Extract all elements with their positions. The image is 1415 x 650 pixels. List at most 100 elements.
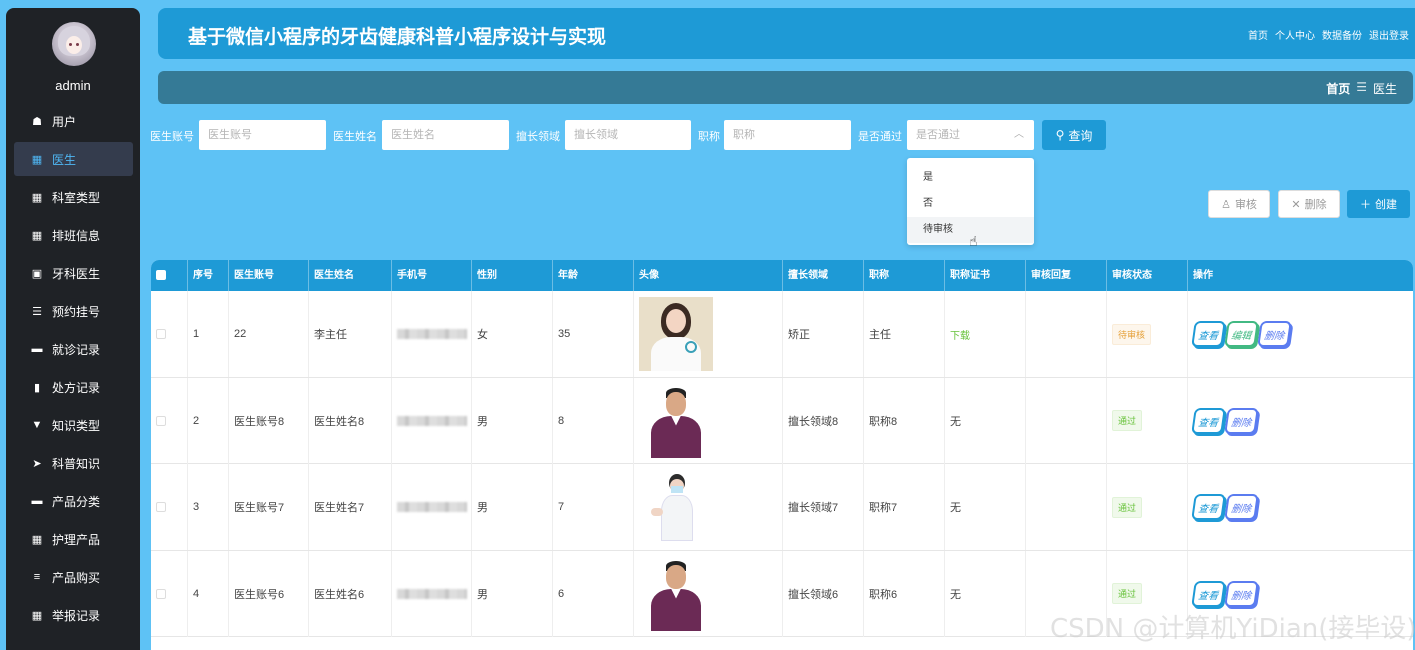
- delete-button-label: 删除: [1304, 199, 1327, 211]
- cell-photo: [633, 377, 782, 464]
- row-checkbox[interactable]: [151, 551, 187, 637]
- cell-age: 7: [552, 464, 633, 550]
- table-header: 序号 医生账号 医生姓名 手机号 性别 年龄 头像 擅长领域 职称 职称证书 审核回复 审核状态 操作: [151, 260, 1413, 291]
- cell-reply: [1025, 464, 1106, 550]
- cell-cert[interactable]: 下载: [944, 291, 1025, 377]
- view-button[interactable]: 查看: [1191, 494, 1226, 520]
- sidebar-item-9[interactable]: ➤ 科普知识: [14, 446, 133, 480]
- sidebar-item-label: 护理产品: [52, 532, 101, 547]
- cell-phone: [391, 550, 471, 637]
- grid-icon: ▦: [31, 609, 43, 622]
- checkbox-icon[interactable]: [156, 270, 166, 281]
- header-link-logout[interactable]: 退出登录: [1369, 27, 1409, 42]
- checkbox-icon[interactable]: [156, 502, 166, 512]
- select-option-no[interactable]: 否: [907, 191, 1034, 217]
- grid-icon: ▦: [31, 191, 43, 204]
- checkbox-icon[interactable]: [156, 415, 166, 426]
- user-icon: ♙: [1221, 198, 1231, 211]
- search-button[interactable]: ⚲ 查询: [1042, 120, 1106, 150]
- status-badge: 通过: [1112, 583, 1143, 604]
- row-checkbox[interactable]: [151, 291, 187, 377]
- sidebar-item-11[interactable]: ▦ 护理产品: [14, 522, 133, 556]
- row-delete-button[interactable]: 删除: [1224, 407, 1259, 434]
- cell-gender: 女: [471, 291, 552, 377]
- delete-button[interactable]: ✕ 删除: [1278, 190, 1340, 218]
- cell-title: 职称6: [863, 550, 944, 637]
- row-checkbox[interactable]: [151, 378, 187, 464]
- doctor-table: 序号 医生账号 医生姓名 手机号 性别 年龄 头像 擅长领域 职称 职称证书 审核回复 审核状态 操作 …: [151, 260, 1413, 650]
- page-title: 基于微信小程序的牙齿健康科普小程序设计与实现: [188, 27, 607, 48]
- cell-account-text: 医生账号8: [234, 415, 285, 428]
- table-row[interactable]: 1 22 李主任 女 35 矫正 主任 下载 待审核 查看 编辑 删除: [151, 291, 1413, 378]
- sidebar-item-6[interactable]: ▬ 就诊记录: [14, 332, 133, 366]
- avatar[interactable]: [52, 22, 96, 66]
- edit-button[interactable]: 编辑: [1224, 321, 1259, 347]
- sidebar-item-4[interactable]: ▣ 牙科医生: [14, 256, 133, 290]
- cell-cert-text: 无: [950, 502, 961, 514]
- sidebar-item-12[interactable]: ≡ 产品购买: [14, 560, 133, 594]
- row-delete-button[interactable]: 删除: [1224, 494, 1259, 520]
- monitor-icon: ▬: [31, 495, 43, 507]
- create-button[interactable]: ＋ 创建: [1347, 190, 1410, 218]
- audit-button[interactable]: ♙ 审核: [1208, 190, 1270, 218]
- sidebar-item-0[interactable]: ☗ 用户: [14, 104, 133, 138]
- phone-redacted: [397, 415, 467, 426]
- cell-index: 2: [187, 377, 228, 464]
- cell-status: 待审核: [1106, 291, 1187, 377]
- cell-reply: [1025, 291, 1106, 377]
- select-all-checkbox[interactable]: [151, 260, 187, 291]
- sidebar: admin ☗ 用户 ▦ 医生 ▦ 科室类型 ▦ 排班信息 ▣ 牙科医生 ☰ 预约挂号 ▬ 就诊记录 ▮ 处方…: [6, 8, 140, 650]
- sidebar-item-2[interactable]: ▦ 科室类型: [14, 180, 133, 214]
- cell-photo: [633, 291, 782, 377]
- search-input-name[interactable]: [382, 120, 509, 150]
- view-button[interactable]: 查看: [1191, 407, 1226, 434]
- cell-cert-text[interactable]: 下载: [950, 327, 970, 342]
- search-input-account[interactable]: [199, 120, 326, 150]
- sidebar-item-label: 预约挂号: [52, 304, 101, 319]
- sidebar-item-5[interactable]: ☰ 预约挂号: [14, 294, 133, 328]
- view-button[interactable]: 查看: [1191, 321, 1226, 347]
- header: 基于微信小程序的牙齿健康科普小程序设计与实现 首页 个人中心 数据备份 退出登录: [158, 8, 1415, 59]
- row-delete-button[interactable]: 删除: [1224, 580, 1259, 607]
- select-option-yes[interactable]: 是: [907, 165, 1034, 191]
- cell-phone: [391, 464, 471, 550]
- header-link-home[interactable]: 首页: [1248, 27, 1268, 42]
- cell-gender-text: 男: [477, 588, 488, 601]
- sidebar-item-7[interactable]: ▮ 处方记录: [14, 370, 133, 404]
- grid-icon: ▦: [31, 153, 43, 166]
- search-select-approved[interactable]: 是否通过 ︿: [907, 120, 1034, 150]
- cell-status: 通过: [1106, 377, 1187, 464]
- sidebar-item-1[interactable]: ▦ 医生: [14, 142, 133, 176]
- cell-phone: [391, 377, 471, 464]
- phone-redacted: [397, 588, 467, 599]
- sidebar-item-10[interactable]: ▬ 产品分类: [14, 484, 133, 518]
- search-input-field[interactable]: [565, 120, 691, 150]
- table-row[interactable]: 3 医生账号7 医生姓名7 男 7 擅长领域7 职称7 无 通过 查看 删除: [151, 464, 1413, 551]
- checkbox-icon[interactable]: [156, 588, 166, 599]
- search-button-label: 查询: [1068, 128, 1093, 143]
- header-link-profile[interactable]: 个人中心: [1275, 27, 1315, 42]
- sidebar-item-8[interactable]: ▼ 知识类型: [14, 408, 133, 442]
- cell-account: 医生账号8: [228, 377, 308, 464]
- cell-field: 擅长领域8: [782, 377, 863, 464]
- header-link-backup[interactable]: 数据备份: [1322, 27, 1362, 42]
- breadcrumb-home[interactable]: 首页: [1326, 80, 1350, 97]
- sidebar-item-3[interactable]: ▦ 排班信息: [14, 218, 133, 252]
- search-icon: ⚲: [1055, 128, 1065, 142]
- avatar: [639, 556, 713, 631]
- sidebar-item-13[interactable]: ▦ 举报记录: [14, 598, 133, 632]
- search-label-approved: 是否通过: [858, 131, 902, 143]
- table-row[interactable]: 2 医生账号8 医生姓名8 男 8 擅长领域8 职称8 无 通过 查看 删除: [151, 377, 1413, 464]
- row-delete-button[interactable]: 删除: [1257, 321, 1292, 347]
- checkbox-icon[interactable]: [156, 329, 166, 339]
- row-checkbox[interactable]: [151, 464, 187, 550]
- cell-field: 擅长领域6: [782, 550, 863, 637]
- column-header: 审核回复: [1025, 260, 1106, 291]
- search-input-title[interactable]: [724, 120, 851, 150]
- sidebar-item-label: 就诊记录: [52, 342, 101, 357]
- view-button[interactable]: 查看: [1191, 580, 1226, 607]
- cell-title-text: 职称6: [869, 588, 898, 601]
- status-badge: 通过: [1112, 496, 1143, 518]
- column-header: 操作: [1187, 260, 1413, 291]
- column-header: 头像: [633, 260, 782, 291]
